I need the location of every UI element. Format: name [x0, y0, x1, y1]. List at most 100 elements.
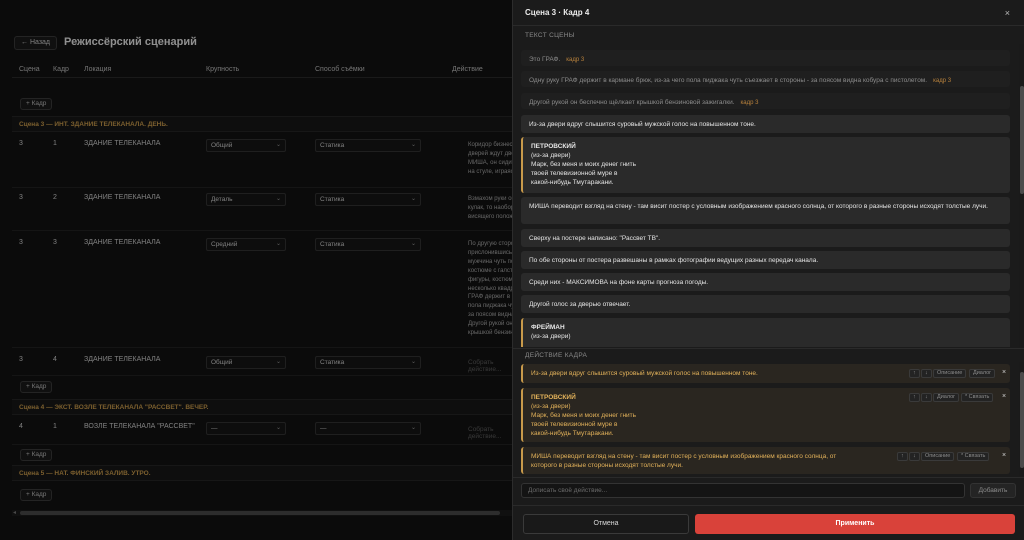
method-value: Статика — [320, 241, 345, 248]
table-row: 3 3 ЗДАНИЕ ТЕЛЕКАНАЛА Средний ⌄ Статика ⌄ … — [12, 231, 520, 348]
action-dialogue-item[interactable]: ПЕТРОВСКИЙ (из-за двери) Марк, без меня … — [521, 388, 1010, 442]
size-select[interactable]: Общий ⌄ — [206, 356, 286, 369]
scene-text-item[interactable]: Другой голос за дверью отвечает. — [521, 295, 1010, 313]
method-value: — — [320, 425, 327, 432]
remove-action-icon[interactable]: × — [999, 369, 1009, 378]
scene-text-item[interactable]: Среди них - МАКСИМОВА на фоне карты прог… — [521, 273, 1010, 291]
column-action: Действие — [452, 66, 483, 73]
action-text: МИША переводит взгляд на стену - там вис… — [531, 453, 837, 469]
scroll-left-icon[interactable]: ◂ — [13, 509, 16, 516]
frame-tag: кадр 3 — [740, 100, 759, 106]
method-value: Статика — [320, 196, 345, 203]
size-select[interactable]: — ⌄ — [206, 422, 286, 435]
method-select[interactable]: Статика ⌄ — [315, 139, 421, 152]
add-frame-button[interactable]: + Кадр — [20, 489, 53, 501]
scene-text: Среди них - МАКСИМОВА на фоне карты прог… — [529, 279, 709, 286]
chevron-down-icon: ⌄ — [410, 425, 416, 431]
size-select[interactable]: Деталь ⌄ — [206, 193, 286, 206]
method-select[interactable]: Статика ⌄ — [315, 193, 421, 206]
scene-header-row[interactable]: Сцена 5 — НАТ. ФИНСКИЙ ЗАЛИВ. УТРО. — [12, 465, 512, 481]
move-down-button[interactable]: ↓ — [921, 393, 932, 402]
scene-text-item[interactable]: Из-за двери вдруг слышится суровый мужск… — [521, 115, 1010, 133]
remove-action-icon[interactable]: × — [999, 452, 1009, 461]
method-select[interactable]: — ⌄ — [315, 422, 421, 435]
size-select[interactable]: Средний ⌄ — [206, 238, 286, 251]
column-method: Способ съёмки — [315, 66, 365, 73]
action-item[interactable]: МИША переводит взгляд на стену - там вис… — [521, 447, 1010, 474]
type-description-button[interactable]: Описание — [933, 369, 967, 378]
add-frame-button[interactable]: + Кадр — [20, 98, 53, 110]
size-select[interactable]: Общий ⌄ — [206, 139, 286, 152]
remove-action-icon[interactable]: × — [999, 393, 1009, 402]
method-select[interactable]: Статика ⌄ — [315, 356, 421, 369]
chevron-down-icon: ⌄ — [410, 142, 416, 148]
move-down-button[interactable]: ↓ — [909, 452, 920, 461]
scene-text-item[interactable]: Сверху на постере написано: "Рассвет ТВ"… — [521, 229, 1010, 247]
close-icon[interactable]: × — [1005, 8, 1010, 18]
action-list-scrollbar[interactable] — [1019, 362, 1024, 476]
size-value: Общий — [211, 359, 233, 366]
link-button[interactable]: * Связать — [957, 452, 990, 461]
add-frame-button[interactable]: + Кадр — [20, 381, 53, 393]
scene-dialogue-item[interactable]: ПЕТРОВСКИЙ (из-за двери) Марк, без меня … — [521, 137, 1010, 193]
scene-text: Из-за двери вдруг слышится суровый мужск… — [529, 121, 756, 128]
parenthetical: (из-за двери) — [531, 152, 571, 159]
table-row: 3 4 ЗДАНИЕ ТЕЛЕКАНАЛА Общий ⌄ Статика ⌄ Со… — [12, 348, 512, 376]
cell-location: ЗДАНИЕ ТЕЛЕКАНАЛА — [84, 194, 161, 201]
scrollbar-thumb[interactable] — [1020, 372, 1024, 468]
scrollbar-thumb[interactable] — [20, 511, 500, 515]
scrollbar-thumb[interactable] — [1020, 86, 1024, 194]
dialogue-line: какой-нибудь Тмутаракани. — [531, 430, 614, 437]
type-dialogue-button[interactable]: Диалог — [969, 369, 996, 378]
add-frame-button[interactable]: + Кадр — [20, 449, 53, 461]
scene-dialogue-item[interactable]: ФРЕЙМАН (из-за двери) — [521, 318, 1010, 347]
scene-text-scrollbar[interactable] — [1019, 44, 1024, 347]
type-dialogue-button[interactable]: Диалог — [933, 393, 960, 402]
frame-tag: кадр 3 — [566, 57, 585, 63]
action-item[interactable]: Из-за двери вдруг слышится суровый мужск… — [521, 364, 1010, 383]
chevron-down-icon: ⌄ — [275, 359, 281, 365]
apply-button[interactable]: Применить — [695, 514, 1015, 534]
size-value: Общий — [211, 142, 233, 149]
scene-header-label: Сцена 4 — ЭКСТ. ВОЗЛЕ ТЕЛЕКАНАЛА "РАССВЕ… — [19, 404, 209, 411]
move-up-button[interactable]: ↑ — [897, 452, 908, 461]
frame-action-label: ДЕЙСТВИЕ КАДРА — [525, 352, 588, 359]
modal-title: Сцена 3 · Кадр 4 — [525, 8, 590, 17]
scene-text: МИША переводит взгляд на стену - там вис… — [529, 203, 988, 210]
cell-location: ВОЗЛЕ ТЕЛЕКАНАЛА "РАССВЕТ" — [84, 423, 195, 430]
scene-header-label: Сцена 5 — НАТ. ФИНСКИЙ ЗАЛИВ. УТРО. — [19, 470, 151, 477]
speaker-name: ФРЕЙМАН — [531, 324, 565, 331]
link-button[interactable]: * Связать — [961, 393, 994, 402]
cell-frame: 3 — [53, 239, 57, 246]
move-up-button[interactable]: ↑ — [909, 393, 920, 402]
add-action-button[interactable]: Добавить — [970, 483, 1016, 498]
scene-header-row[interactable]: Сцена 3 — ИНТ. ЗДАНИЕ ТЕЛЕКАНАЛА. ДЕНЬ. — [12, 116, 512, 132]
speaker-name: ПЕТРОВСКИЙ — [531, 143, 576, 150]
frame-tag: кадр 3 — [933, 78, 952, 84]
dialogue-line: Марк, без меня и моих денег гнить — [531, 161, 637, 168]
frame-edit-modal: Сцена 3 · Кадр 4 × ТЕКСТ СЦЕНЫ Это ГРАФ.… — [512, 0, 1024, 540]
cancel-button[interactable]: Отмена — [523, 514, 689, 534]
type-description-button[interactable]: Описание — [921, 452, 955, 461]
table-row: 4 1 ВОЗЛЕ ТЕЛЕКАНАЛА "РАССВЕТ" — ⌄ — ⌄ Соб… — [12, 417, 512, 445]
table-row: 3 2 ЗДАНИЕ ТЕЛЕКАНАЛА Деталь ⌄ Статика ⌄ В… — [12, 188, 517, 231]
move-down-button[interactable]: ↓ — [921, 369, 932, 378]
move-up-button[interactable]: ↑ — [909, 369, 920, 378]
size-value: — — [211, 425, 218, 432]
cell-location: ЗДАНИЕ ТЕЛЕКАНАЛА — [84, 356, 161, 363]
method-select[interactable]: Статика ⌄ — [315, 238, 421, 251]
scene-text: Другой голос за дверью отвечает. — [529, 301, 631, 308]
action-placeholder[interactable]: Собрать действие... — [468, 426, 512, 440]
back-button[interactable]: ← Назад — [14, 36, 58, 50]
scene-text-item: Одну руку ГРАФ держит в кармане брюк, из… — [521, 71, 1010, 87]
chevron-down-icon: ⌄ — [410, 196, 416, 202]
custom-action-input[interactable]: Дописать своё действие... — [521, 483, 965, 498]
horizontal-scrollbar[interactable]: ◂ — [12, 510, 512, 516]
scene-text-item[interactable]: МИША переводит взгляд на стену - там вис… — [521, 197, 1010, 224]
scene-text-list: Это ГРАФ. кадр 3 Одну руку ГРАФ держит в … — [521, 44, 1019, 347]
cell-frame: 1 — [53, 423, 57, 430]
action-text: Из-за двери вдруг слышится суровый мужск… — [531, 370, 758, 377]
action-placeholder[interactable]: Собрать действие... — [468, 359, 512, 373]
scene-header-row[interactable]: Сцена 4 — ЭКСТ. ВОЗЛЕ ТЕЛЕКАНАЛА "РАССВЕ… — [12, 399, 512, 415]
scene-text-item[interactable]: По обе стороны от постера развешаны в ра… — [521, 251, 1010, 269]
